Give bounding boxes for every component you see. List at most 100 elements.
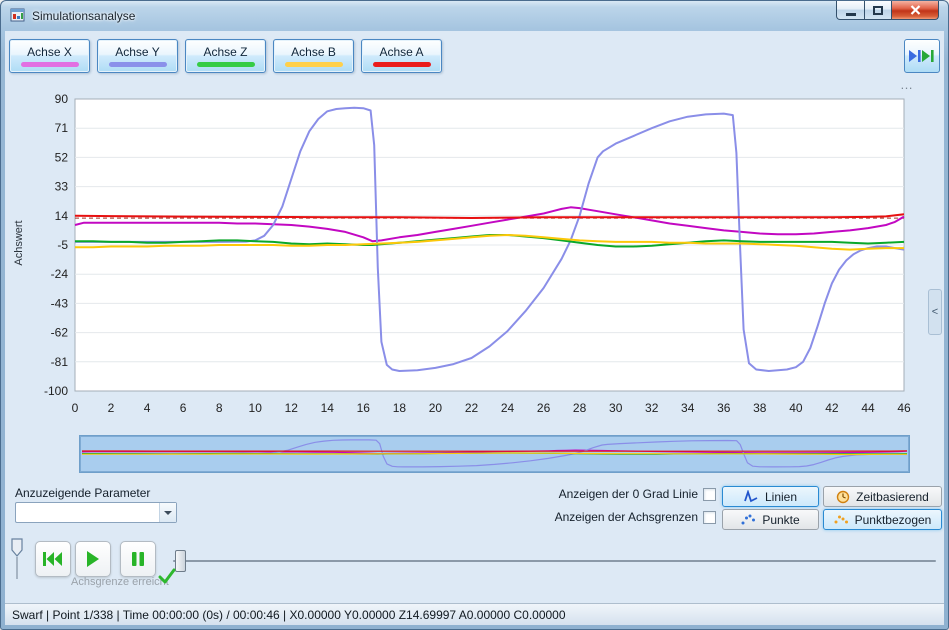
- axis-limits-checkbox[interactable]: [703, 510, 716, 524]
- navigator-chart[interactable]: [80, 436, 909, 472]
- maximize-button[interactable]: [865, 1, 892, 20]
- minimize-icon: [845, 12, 856, 16]
- svg-text:52: 52: [55, 150, 69, 164]
- skip-to-start-button[interactable]: [35, 541, 71, 577]
- svg-text:36: 36: [717, 401, 731, 415]
- minimize-button[interactable]: [836, 1, 865, 20]
- svg-text:46: 46: [897, 401, 911, 415]
- title-bar[interactable]: Simulationsanalyse: [1, 1, 948, 31]
- punktbezogen-button[interactable]: Punktbezogen: [823, 509, 942, 530]
- svg-text:8: 8: [216, 401, 223, 415]
- svg-text:26: 26: [537, 401, 551, 415]
- svg-text:14: 14: [55, 209, 69, 223]
- axis-a-color-bar: [372, 62, 431, 67]
- svg-text:2: 2: [108, 401, 115, 415]
- svg-text:40: 40: [789, 401, 803, 415]
- svg-text:-81: -81: [51, 355, 69, 369]
- zeitbasierend-label: Zeitbasierend: [856, 489, 929, 504]
- window-title: Simulationsanalyse: [32, 9, 136, 23]
- axis-a-button[interactable]: Achse A: [361, 39, 442, 73]
- axis-x-color-bar: [20, 62, 79, 67]
- chevron-down-icon[interactable]: [159, 503, 176, 522]
- range-navigator[interactable]: [79, 435, 910, 473]
- svg-text:4: 4: [144, 401, 151, 415]
- parameter-combobox[interactable]: [15, 502, 177, 523]
- svg-text:16: 16: [357, 401, 371, 415]
- axis-y-button[interactable]: Achse Y: [97, 39, 178, 73]
- svg-text:32: 32: [645, 401, 659, 415]
- axis-x-label: Achse X: [27, 45, 72, 59]
- svg-text:-5: -5: [57, 238, 68, 252]
- svg-text:33: 33: [55, 180, 69, 194]
- simulationsanalyse-window: Simulationsanalyse Achse X Achse Y Achse…: [0, 0, 949, 630]
- svg-text:10: 10: [249, 401, 263, 415]
- timeline-marker[interactable]: [9, 537, 25, 581]
- svg-text:71: 71: [55, 121, 69, 135]
- zero-line-row: Anzeigen der 0 Grad Linie: [559, 487, 716, 501]
- app-icon: [10, 8, 25, 22]
- svg-text:20: 20: [429, 401, 443, 415]
- point-based-icon: [834, 515, 848, 524]
- axis-b-button[interactable]: Achse B: [273, 39, 354, 73]
- axis-y-color-bar: [108, 62, 167, 67]
- punkte-button[interactable]: Punkte: [722, 509, 819, 530]
- svg-text:-24: -24: [51, 267, 69, 281]
- points-mode-icon: [741, 514, 756, 525]
- axis-b-label: Achse B: [291, 45, 336, 59]
- panel-grip[interactable]: …: [900, 77, 914, 92]
- svg-text:30: 30: [609, 401, 623, 415]
- zero-line-label: Anzeigen der 0 Grad Linie: [558, 487, 698, 501]
- close-button[interactable]: [892, 1, 939, 20]
- sync-axes-button[interactable]: [904, 39, 940, 73]
- axis-limits-row: Anzeigen der Achsgrenzen: [555, 510, 716, 524]
- zeitbasierend-button[interactable]: Zeitbasierend: [823, 486, 942, 507]
- timeline-slider-thumb[interactable]: [175, 550, 186, 572]
- check-icon: [158, 568, 176, 584]
- parameter-label: Anzuzeigende Parameter: [15, 486, 151, 500]
- play-button[interactable]: [75, 541, 111, 577]
- maximize-icon: [873, 5, 883, 15]
- svg-text:-62: -62: [51, 326, 69, 340]
- axis-z-color-bar: [196, 62, 255, 67]
- close-icon: [910, 5, 920, 15]
- axis-x-button[interactable]: Achse X: [9, 39, 90, 73]
- svg-text:42: 42: [825, 401, 839, 415]
- svg-text:90: 90: [55, 92, 69, 106]
- axis-b-color-bar: [284, 62, 343, 67]
- zero-line-checkbox[interactable]: [703, 487, 716, 501]
- svg-text:6: 6: [180, 401, 187, 415]
- linien-label: Linien: [764, 489, 798, 504]
- axis-limit-reached-label: Achsgrenze erreicht: [71, 576, 169, 588]
- skip-to-start-icon: [43, 552, 62, 566]
- collapse-panel-handle[interactable]: <: [928, 289, 942, 335]
- svg-text:44: 44: [861, 401, 875, 415]
- axis-z-label: Achse Z: [203, 45, 248, 59]
- axis-limits-label: Anzeigen der Achsgrenzen: [554, 510, 698, 524]
- status-bar: Swarf | Point 1/338 | Time 00:00:00 (0s)…: [5, 603, 944, 625]
- status-text: Swarf | Point 1/338 | Time 00:00:00 (0s)…: [12, 607, 566, 622]
- window-controls: [836, 1, 939, 20]
- pause-icon: [132, 552, 144, 566]
- punkte-label: Punkte: [762, 512, 800, 527]
- svg-text:34: 34: [681, 401, 695, 415]
- svg-text:12: 12: [285, 401, 299, 415]
- svg-text:0: 0: [72, 401, 79, 415]
- axis-z-button[interactable]: Achse Z: [185, 39, 266, 73]
- play-icon: [87, 551, 99, 567]
- svg-text:24: 24: [501, 401, 515, 415]
- client-area: Achse X Achse Y Achse Z Achse B Achse A …: [5, 31, 944, 625]
- svg-text:-100: -100: [44, 384, 68, 398]
- clock-icon: [836, 490, 850, 503]
- axis-a-label: Achse A: [379, 45, 424, 59]
- sync-arrows-icon: [909, 50, 934, 62]
- timeline-slider-track[interactable]: [173, 560, 936, 562]
- svg-text:14: 14: [321, 401, 335, 415]
- punktbezogen-label: Punktbezogen: [854, 512, 932, 527]
- axis-y-label: Achse Y: [115, 45, 160, 59]
- svg-text:28: 28: [573, 401, 587, 415]
- line-mode-icon: [744, 490, 758, 503]
- linien-button[interactable]: Linien: [722, 486, 819, 507]
- svg-text:38: 38: [753, 401, 767, 415]
- main-chart[interactable]: 9071523314-5-24-43-62-81-1000 2 4 6 8 10 12 14 1…: [21, 81, 914, 423]
- pause-button[interactable]: [120, 541, 156, 577]
